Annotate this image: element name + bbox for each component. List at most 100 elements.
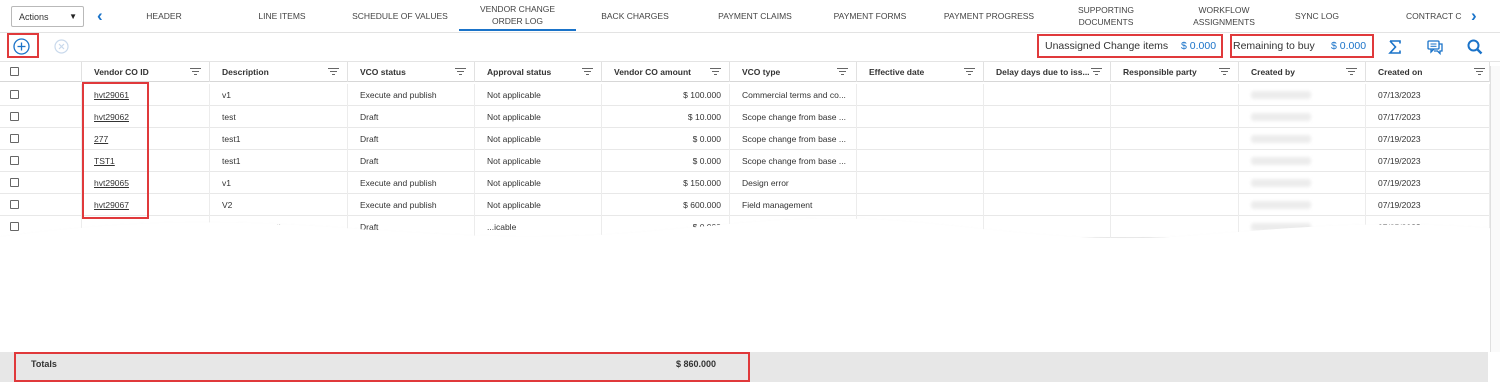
- row-checkbox[interactable]: [10, 156, 19, 165]
- column-header-description[interactable]: Description: [210, 62, 348, 82]
- column-menu-icon[interactable]: [1219, 68, 1230, 76]
- add-button[interactable]: [12, 37, 31, 56]
- responsible-party-cell: [1111, 106, 1239, 128]
- approval-status-cell: Not applicable: [475, 106, 602, 128]
- created-on-cell: 07/19/2023: [1366, 172, 1490, 194]
- remaining-to-buy-value: $ 0.000: [1331, 40, 1367, 52]
- grid-header-row: Vendor CO ID Description VCO status Appr…: [0, 61, 1500, 82]
- column-header-effective-date[interactable]: Effective date: [857, 62, 984, 82]
- delay-days-cell: [984, 106, 1111, 128]
- tab-payment-claims[interactable]: PAYMENT CLAIMS: [705, 0, 805, 31]
- cancel-button[interactable]: [53, 38, 70, 55]
- redacted-name: [1251, 157, 1311, 165]
- tab-payment-progress[interactable]: PAYMENT PROGRESS: [935, 0, 1043, 31]
- column-header-created-by[interactable]: Created by: [1239, 62, 1366, 82]
- created-by-cell: [1239, 106, 1366, 128]
- select-all-checkbox[interactable]: [10, 67, 19, 76]
- column-menu-icon[interactable]: [1091, 68, 1102, 76]
- responsible-party-cell: [1111, 128, 1239, 150]
- created-on-cell: 07/19/2023: [1366, 128, 1490, 150]
- comments-button[interactable]: [1426, 38, 1444, 56]
- column-menu-icon[interactable]: [582, 68, 593, 76]
- tab-workflow-assignments[interactable]: WORKFLOW ASSIGNMENTS: [1182, 0, 1266, 31]
- tab-supporting-documents[interactable]: SUPPORTING DOCUMENTS: [1066, 0, 1146, 31]
- tab-navigation-bar: Actions ▼ ‹ HEADER LINE ITEMS SCHEDULE O…: [0, 0, 1500, 33]
- column-header-vco-status[interactable]: VCO status: [348, 62, 475, 82]
- approval-status-cell: Not applicable: [475, 84, 602, 106]
- column-menu-icon[interactable]: [190, 68, 201, 76]
- table-row[interactable]: TST1 test1 Draft Not applicable $ 0.000 …: [0, 150, 1500, 172]
- table-row[interactable]: hvt29065 v1 Execute and publish Not appl…: [0, 172, 1500, 194]
- tab-schedule-of-values[interactable]: SCHEDULE OF VALUES: [345, 0, 455, 31]
- column-menu-icon[interactable]: [328, 68, 339, 76]
- description-cell: test: [210, 106, 348, 128]
- actions-dropdown[interactable]: Actions ▼: [11, 6, 84, 27]
- responsible-party-cell: [1111, 84, 1239, 106]
- delay-days-cell: [984, 84, 1111, 106]
- vco-type-cell: Commercial terms and co...: [730, 84, 857, 106]
- column-header-vendor-co-id[interactable]: Vendor CO ID: [82, 62, 210, 82]
- chevron-left-icon[interactable]: ‹: [97, 7, 103, 24]
- row-checkbox[interactable]: [10, 134, 19, 143]
- tab-header[interactable]: HEADER: [122, 0, 206, 31]
- tab-line-items[interactable]: LINE ITEMS: [237, 0, 327, 31]
- description-cell: test1: [210, 128, 348, 150]
- tab-payment-forms[interactable]: PAYMENT FORMS: [825, 0, 915, 31]
- delay-days-cell: [984, 150, 1111, 172]
- redacted-name: [1251, 179, 1311, 187]
- approval-status-cell: Not applicable: [475, 128, 602, 150]
- vendor-co-amount-cell: $ 0.000: [602, 150, 730, 172]
- responsible-party-cell: [1111, 150, 1239, 172]
- vco-status-cell: Execute and publish: [348, 194, 475, 216]
- effective-date-cell: [857, 194, 984, 216]
- column-menu-icon[interactable]: [455, 68, 466, 76]
- table-row[interactable]: hvt29062 test Draft Not applicable $ 10.…: [0, 106, 1500, 128]
- column-header-approval-status[interactable]: Approval status: [475, 62, 602, 82]
- select-all-cell: [0, 62, 82, 82]
- actions-dropdown-label: Actions: [19, 12, 49, 22]
- column-menu-icon[interactable]: [964, 68, 975, 76]
- vendor-co-id-highlight: [82, 82, 149, 219]
- approval-status-cell: Not applicable: [475, 194, 602, 216]
- vco-status-cell: Execute and publish: [348, 84, 475, 106]
- row-checkbox[interactable]: [10, 112, 19, 121]
- column-header-responsible-party[interactable]: Responsible party: [1111, 62, 1239, 82]
- chevron-right-icon[interactable]: ›: [1471, 7, 1477, 24]
- search-button[interactable]: [1466, 38, 1484, 56]
- tab-contract[interactable]: CONTRACT C: [1406, 0, 1467, 31]
- redacted-name: [1251, 201, 1311, 209]
- sum-button[interactable]: [1386, 38, 1404, 56]
- description-cell: test1: [210, 150, 348, 172]
- vco-status-cell: Execute and publish: [348, 172, 475, 194]
- tab-sync-log[interactable]: SYNC LOG: [1284, 0, 1350, 31]
- column-menu-icon[interactable]: [1346, 68, 1357, 76]
- row-checkbox[interactable]: [10, 178, 19, 187]
- torn-edge-overlay: [0, 218, 1500, 260]
- column-menu-icon[interactable]: [837, 68, 848, 76]
- unassigned-change-items-label: Unassigned Change items: [1045, 40, 1169, 52]
- column-header-vco-type[interactable]: VCO type: [730, 62, 857, 82]
- column-menu-icon[interactable]: [1474, 68, 1485, 76]
- column-header-created-on[interactable]: Created on: [1366, 62, 1490, 82]
- vco-type-cell: Design error: [730, 172, 857, 194]
- effective-date-cell: [857, 172, 984, 194]
- vendor-co-amount-cell: $ 100.000: [602, 84, 730, 106]
- unassigned-change-items-value: $ 0.000: [1181, 40, 1217, 52]
- created-by-cell: [1239, 84, 1366, 106]
- delay-days-cell: [984, 172, 1111, 194]
- row-checkbox[interactable]: [10, 200, 19, 209]
- vco-status-cell: Draft: [348, 128, 475, 150]
- column-header-vendor-co-amount[interactable]: Vendor CO amount: [602, 62, 730, 82]
- table-row[interactable]: hvt29061 v1 Execute and publish Not appl…: [0, 84, 1500, 106]
- vco-type-cell: Scope change from base ...: [730, 106, 857, 128]
- vco-type-cell: Field management: [730, 194, 857, 216]
- table-row[interactable]: 277 test1 Draft Not applicable $ 0.000 S…: [0, 128, 1500, 150]
- vertical-scrollbar[interactable]: [1490, 66, 1500, 352]
- tab-back-charges[interactable]: BACK CHARGES: [590, 0, 680, 31]
- table-row[interactable]: hvt29067 V2 Execute and publish Not appl…: [0, 194, 1500, 216]
- vendor-co-amount-cell: $ 600.000: [602, 194, 730, 216]
- column-header-delay-days[interactable]: Delay days due to iss...: [984, 62, 1111, 82]
- column-menu-icon[interactable]: [710, 68, 721, 76]
- row-checkbox[interactable]: [10, 90, 19, 99]
- tab-vendor-change-order-log[interactable]: VENDOR CHANGE ORDER LOG: [459, 0, 576, 31]
